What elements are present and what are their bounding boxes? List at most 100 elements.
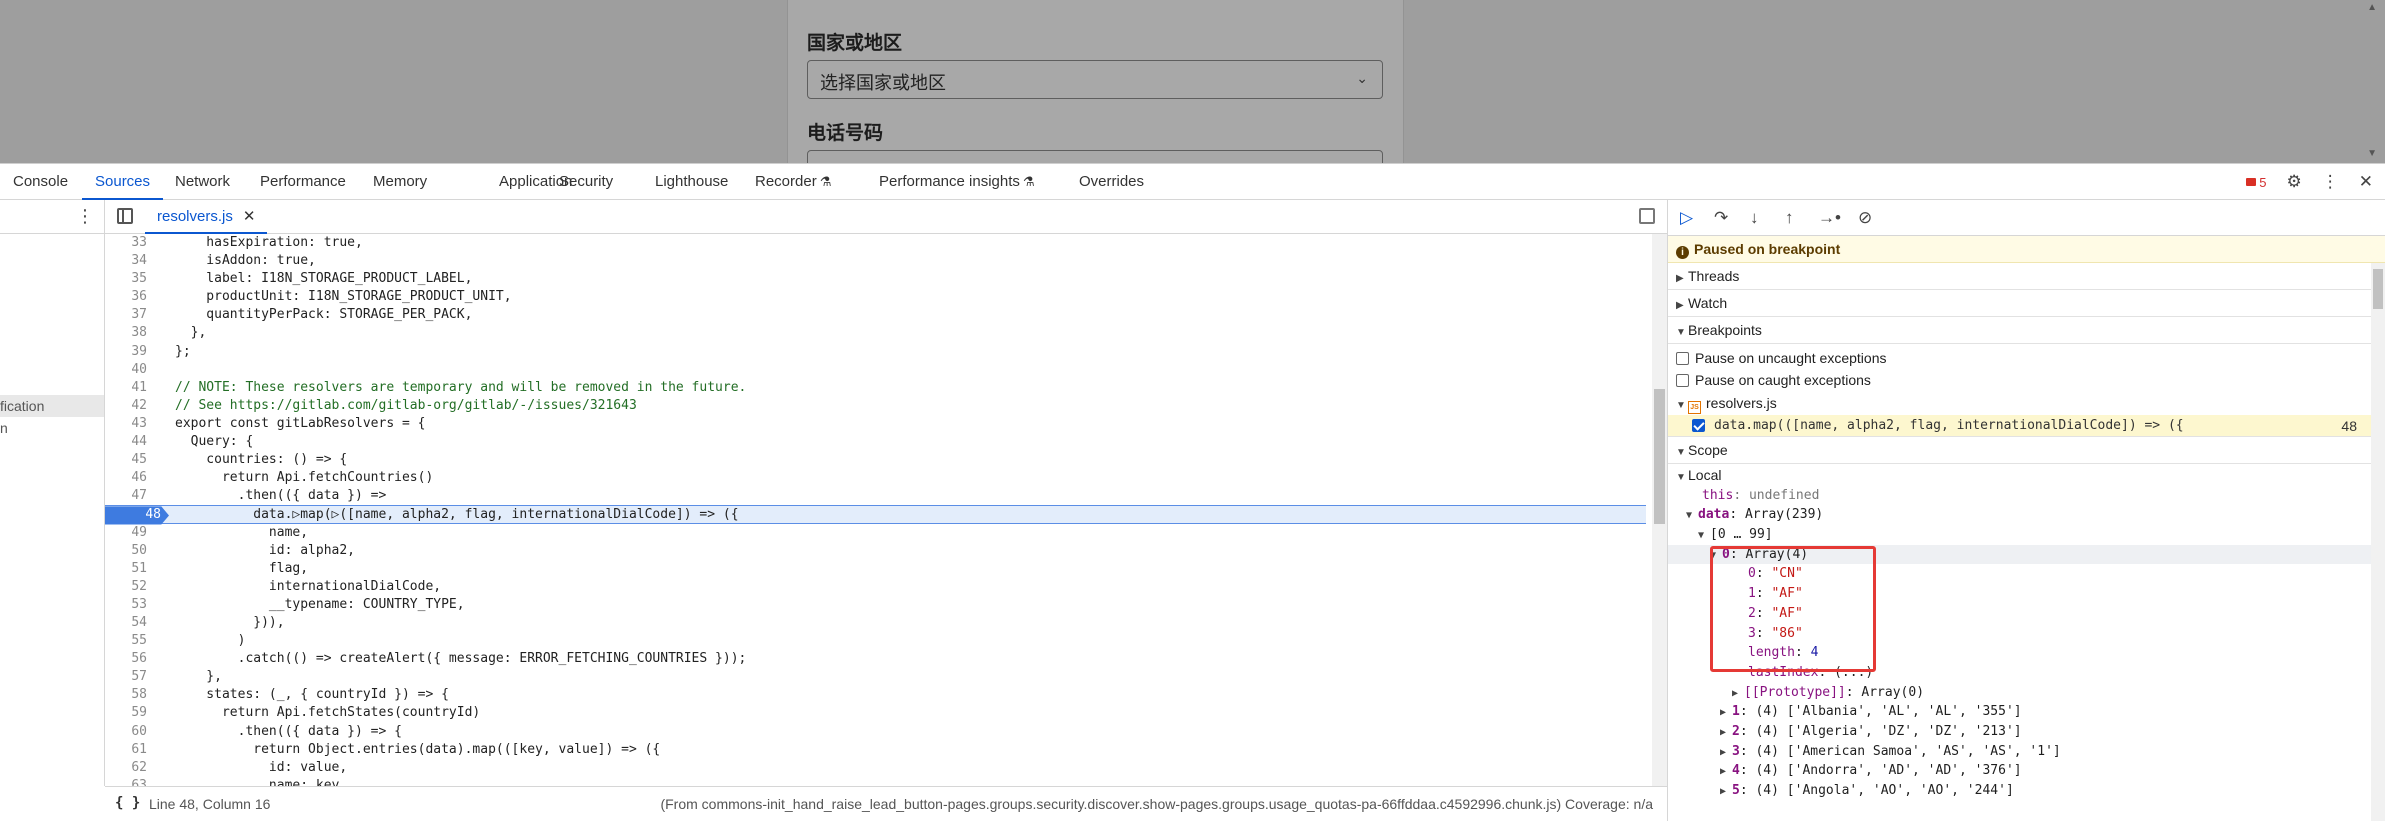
code-line[interactable]: 56 .catch(() => createAlert({ message: E… xyxy=(105,650,1646,668)
pause-caught-checkbox[interactable] xyxy=(1676,373,1689,387)
tab-lighthouse[interactable]: Lighthouse xyxy=(642,164,741,200)
scroll-down-icon[interactable]: ▼ xyxy=(2367,148,2377,159)
code-line[interactable]: 37 quantityPerPack: STORAGE_PER_PACK, xyxy=(105,306,1646,324)
scope-array-row[interactable]: ▶ 5: (4) ['Angola', 'AO', 'AO', '244'] xyxy=(1668,781,2385,801)
code-line[interactable]: 48 data.▷map(▷([name, alpha2, flag, inte… xyxy=(105,505,1646,525)
scope-this[interactable]: this: undefined xyxy=(1668,486,2385,506)
tab-network[interactable]: Network xyxy=(162,164,243,200)
code-line[interactable]: 59 return Api.fetchStates(countryId) xyxy=(105,704,1646,722)
toggle-debugger-icon[interactable] xyxy=(1639,208,1655,224)
line-number[interactable]: 33 xyxy=(105,234,151,252)
scope-array-item[interactable]: 0: "CN" xyxy=(1668,564,2385,584)
scope-array-item[interactable]: 1: "AF" xyxy=(1668,584,2385,604)
code-line[interactable]: 43 export const gitLabResolvers = { xyxy=(105,415,1646,433)
section-breakpoints[interactable]: ▼ Breakpoints xyxy=(1668,317,2385,344)
step-out-icon[interactable]: ↑ xyxy=(1785,208,1794,228)
pause-uncaught-checkbox[interactable] xyxy=(1676,351,1689,365)
scope-array-item[interactable]: 3: "86" xyxy=(1668,624,2385,644)
code-line[interactable]: 46 return Api.fetchCountries() xyxy=(105,469,1646,487)
tab-security[interactable]: Security xyxy=(546,164,626,200)
pause-uncaught-row[interactable]: Pause on uncaught exceptions xyxy=(1668,347,2385,369)
line-number[interactable]: 53 xyxy=(105,596,151,614)
tab-performance[interactable]: Performance xyxy=(247,164,359,200)
code-line[interactable]: 63 name: key, xyxy=(105,777,1646,786)
line-number[interactable]: 36 xyxy=(105,288,151,306)
section-watch[interactable]: ▶ Watch xyxy=(1668,290,2385,317)
code-line[interactable]: 51 flag, xyxy=(105,560,1646,578)
code-line[interactable]: 34 isAddon: true, xyxy=(105,252,1646,270)
code-line[interactable]: 50 id: alpha2, xyxy=(105,542,1646,560)
resume-icon[interactable]: ▷ xyxy=(1680,208,1693,228)
step-icon[interactable]: →• xyxy=(1818,208,1841,228)
tab-overrides[interactable]: Overrides xyxy=(1066,164,1157,200)
scope-local[interactable]: ▼ Local xyxy=(1668,466,2385,486)
line-number[interactable]: 34 xyxy=(105,252,151,270)
pause-caught-row[interactable]: Pause on caught exceptions xyxy=(1668,369,2385,391)
code-line[interactable]: 39}; xyxy=(105,343,1646,361)
line-number[interactable]: 39 xyxy=(105,343,151,361)
line-number[interactable]: 50 xyxy=(105,542,151,560)
line-number[interactable]: 48 xyxy=(105,506,169,525)
code-line[interactable]: 49 name, xyxy=(105,524,1646,542)
scope-array-item[interactable]: 2: "AF" xyxy=(1668,604,2385,624)
line-number[interactable]: 45 xyxy=(105,451,151,469)
breakpoint-checkbox[interactable] xyxy=(1692,419,1705,432)
code-lines[interactable]: 33 hasExpiration: true, 34 isAddon: true,… xyxy=(105,234,1646,786)
scope-item-0[interactable]: ▼ 0: Array(4) xyxy=(1668,544,2385,565)
tab-console[interactable]: Console xyxy=(0,164,81,200)
scope-array-row[interactable]: ▶ 2: (4) ['Algeria', 'DZ', 'DZ', '213'] xyxy=(1668,722,2385,742)
file-tab-resolvers[interactable]: resolvers.js ✕ xyxy=(145,200,268,234)
debugger-scrollbar[interactable] xyxy=(2371,263,2385,821)
line-number[interactable]: 40 xyxy=(105,361,151,379)
tab-memory[interactable]: Memory xyxy=(360,164,440,200)
tab-sources[interactable]: Sources xyxy=(82,164,164,200)
breakpoint-file[interactable]: ▼ JS resolvers.js xyxy=(1668,391,2385,415)
more-options-icon[interactable]: ⋮ xyxy=(2322,172,2339,192)
code-line[interactable]: 41 // NOTE: These resolvers are temporary… xyxy=(105,379,1646,397)
close-tab-icon[interactable]: ✕ xyxy=(243,208,256,225)
line-number[interactable]: 63 xyxy=(105,777,151,786)
line-number[interactable]: 38 xyxy=(105,324,151,342)
line-number[interactable]: 59 xyxy=(105,704,151,722)
code-line[interactable]: 44 Query: { xyxy=(105,433,1646,451)
country-select[interactable]: 选择国家或地区 ⌄ xyxy=(807,60,1383,99)
scope-array-row[interactable]: ▶ 4: (4) ['Andorra', 'AD', 'AD', '376'] xyxy=(1668,761,2385,781)
code-line[interactable]: 62 id: value, xyxy=(105,759,1646,777)
line-number[interactable]: 58 xyxy=(105,686,151,704)
code-line[interactable]: 38 }, xyxy=(105,324,1646,342)
scope-data[interactable]: ▼ data: Array(239) xyxy=(1668,505,2385,525)
close-icon[interactable]: ✕ xyxy=(2359,172,2373,192)
line-number[interactable]: 61 xyxy=(105,741,151,759)
deactivate-breakpoints-icon[interactable]: ⊘ xyxy=(1858,208,1872,228)
code-line[interactable]: 54 })), xyxy=(105,614,1646,632)
scope-array-row[interactable]: ▶ 1: (4) ['Albania', 'AL', 'AL', '355'] xyxy=(1668,702,2385,722)
line-number[interactable]: 54 xyxy=(105,614,151,632)
section-scope[interactable]: ▼ Scope xyxy=(1668,437,2385,464)
scope-range[interactable]: ▼ [0 … 99] xyxy=(1668,525,2385,545)
scope-lastindex[interactable]: lastIndex: (...) xyxy=(1668,663,2385,683)
line-number[interactable]: 41 xyxy=(105,379,151,397)
line-number[interactable]: 46 xyxy=(105,469,151,487)
tab-performance-insights[interactable]: Performance insights ⚗ xyxy=(866,164,1048,200)
line-number[interactable]: 62 xyxy=(105,759,151,777)
scrollbar-thumb[interactable] xyxy=(2373,269,2383,309)
tab-recorder[interactable]: Recorder ⚗ xyxy=(742,164,844,200)
scrollbar-thumb[interactable] xyxy=(1654,389,1665,524)
line-number[interactable]: 44 xyxy=(105,433,151,451)
line-number[interactable]: 52 xyxy=(105,578,151,596)
toggle-navigator-icon[interactable] xyxy=(117,208,133,224)
code-line[interactable]: 55 ) xyxy=(105,632,1646,650)
code-line[interactable]: 60 .then(({ data }) => { xyxy=(105,723,1646,741)
pretty-print-icon[interactable]: { } xyxy=(115,795,140,811)
line-number[interactable]: 49 xyxy=(105,524,151,542)
code-line[interactable]: 45 countries: () => { xyxy=(105,451,1646,469)
code-line[interactable]: 33 hasExpiration: true, xyxy=(105,234,1646,252)
scope-prototype[interactable]: ▶ [[Prototype]]: Array(0) xyxy=(1668,683,2385,703)
line-number[interactable]: 60 xyxy=(105,723,151,741)
line-number[interactable]: 57 xyxy=(105,668,151,686)
step-over-icon[interactable]: ↷ xyxy=(1714,208,1728,228)
section-threads[interactable]: ▶ Threads xyxy=(1668,263,2385,290)
code-line[interactable]: 61 return Object.entries(data).map(([key… xyxy=(105,741,1646,759)
line-number[interactable]: 55 xyxy=(105,632,151,650)
line-number[interactable]: 43 xyxy=(105,415,151,433)
